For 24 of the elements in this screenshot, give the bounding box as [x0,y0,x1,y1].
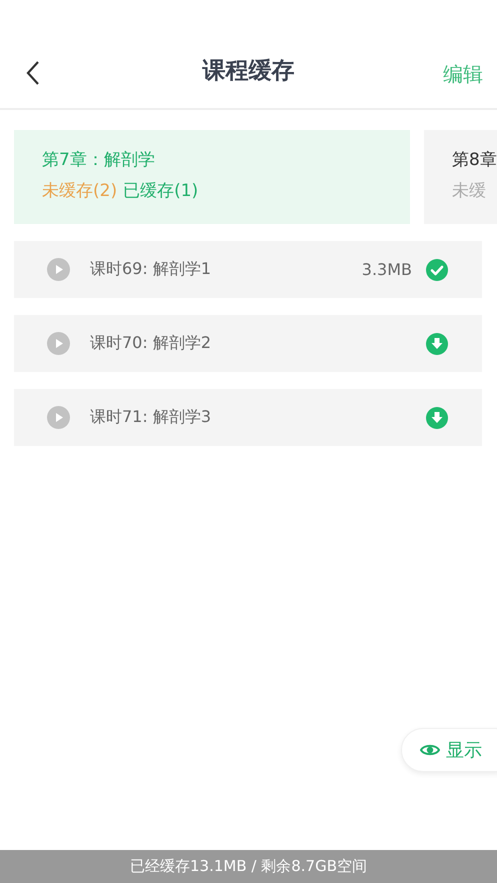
show-button[interactable]: 显示 [401,728,497,772]
play-icon[interactable] [47,332,70,355]
lesson-row[interactable]: 课时71: 解剖学3 [14,389,482,446]
storage-status: 已经缓存13.1MB / 剩余8.7GB空间 [130,857,367,876]
lesson-title: 课时69: 解剖学1 [90,259,212,280]
lesson-row[interactable]: 课时70: 解剖学2 [14,315,482,372]
play-icon[interactable] [47,258,70,281]
eye-icon [420,743,440,757]
play-icon[interactable] [47,406,70,429]
chapter-title: 第8章 [452,149,497,171]
file-size: 3.3MB [362,260,412,279]
cached-count: 已缓存(1) [123,180,198,202]
download-icon[interactable] [426,406,448,428]
download-icon[interactable] [426,332,448,354]
lesson-title: 课时71: 解剖学3 [90,407,212,428]
lesson-title: 课时70: 解剖学2 [90,333,212,354]
chapter-tab[interactable]: 第8章 未缓 [424,130,497,224]
uncached-count: 未缓存(2) [42,180,118,202]
uncached-count: 未缓 [452,180,486,202]
page-title: 课程缓存 [202,58,294,84]
check-icon [426,258,448,280]
chapter-title: 第7章：解剖学 [42,149,156,171]
chapter-tab[interactable]: 第7章：解剖学 未缓存(2) 已缓存(1) [14,130,410,224]
lesson-row[interactable]: 课时69: 解剖学1 3.3MB [14,241,482,298]
